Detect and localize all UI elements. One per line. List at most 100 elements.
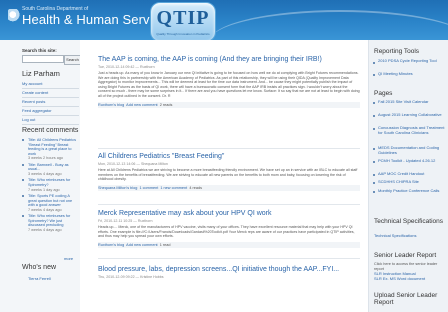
page-link[interactable]: MEDS Documentation and Coding Guidelines	[378, 145, 446, 156]
search-button[interactable]: Search	[64, 55, 81, 65]
qtip-logo[interactable]: QTIP Quality Through Innovation in Pedia…	[150, 2, 216, 40]
page-link[interactable]: AAP MOC Credit Handout	[378, 171, 446, 177]
list-item: Title: Sports PE coding A great question…	[22, 194, 79, 212]
list-item: Title: Barnwell - Busy as usual... 3 wee…	[22, 163, 79, 177]
bullet-icon	[22, 194, 24, 197]
post-title[interactable]: All Childrens Pediatrics "Breast Feeding…	[98, 153, 360, 161]
page: South Carolina Department of Health & Hu…	[0, 0, 448, 312]
list-item: Title: All Childrens Pediatrics "Breast …	[22, 138, 79, 161]
senior-leader-text: Click here to access the senior leader r…	[374, 262, 438, 271]
menu-item-recent-posts[interactable]: Recent posts	[22, 98, 79, 107]
bullet-icon	[22, 163, 24, 166]
user-name-heading: Liz Parham	[22, 69, 60, 78]
post-new-comment-link[interactable]: 1 new comment	[160, 186, 187, 190]
blog-post: All Childrens Pediatrics "Breast Feeding…	[98, 153, 360, 191]
post-body: Heads up.... Merck, one of the manufactu…	[98, 225, 355, 239]
recent-comments-list: Title: All Childrens Pediatrics "Breast …	[22, 138, 79, 234]
blog-post: Blood pressure, labs, depression screens…	[98, 266, 360, 279]
bullet-icon	[373, 174, 375, 176]
bullet-icon	[373, 191, 375, 193]
bullet-icon	[22, 179, 24, 182]
menu-item-feed-aggregator[interactable]: Feed aggregator	[22, 107, 79, 116]
post-comment-link[interactable]: 1 comment	[139, 186, 158, 190]
recent-comment-time: 3 weeks 4 days ago	[28, 171, 62, 176]
divider	[98, 148, 360, 149]
qtip-logo-subtitle: Quality Through Innovation in Pediatrics	[156, 32, 210, 36]
bullet-icon	[22, 139, 24, 141]
recent-comment-time: 7 weeks 4 days ago	[28, 227, 62, 232]
page-link[interactable]: SCDHHS CHIPRA Site	[378, 179, 446, 185]
page-link[interactable]: Concussion Diagnosis and Treatment for S…	[378, 125, 446, 136]
recent-comments-heading: Recent comments	[22, 127, 79, 134]
header-swoosh-decoration	[210, 10, 448, 40]
page-link[interactable]: August 2015 Learning Collaborative	[378, 112, 446, 118]
whos-new-heading: Who's new	[22, 264, 57, 271]
bullet-icon	[373, 62, 375, 64]
divider	[98, 258, 360, 259]
page-link[interactable]: PCMH Toolkit - Updated 4.26.12	[378, 158, 446, 164]
post-title[interactable]: Blood pressure, labs, depression screens…	[98, 266, 360, 274]
post-links: Shequana Milton's blog 1 comment 1 new c…	[98, 184, 360, 191]
bullet-icon	[373, 161, 375, 163]
blog-post: Merck Representative may ask about your …	[98, 210, 360, 248]
recent-comment-link[interactable]: Title: Barnwell - Busy as usual...	[28, 163, 79, 172]
post-reads: 1 read	[159, 242, 171, 247]
reporting-link[interactable]: 2010 PDSA Cycle Reporting Tool	[378, 58, 446, 64]
reporting-tools-heading: Reporting Tools	[374, 48, 420, 55]
post-meta: Fri, 2010-12-11 10:25 — Ruxthorn	[98, 219, 153, 223]
site-header: South Carolina Department of Health & Hu…	[0, 0, 448, 40]
senior-leader-word-link[interactable]: SLR Ex. MS Word document	[374, 276, 442, 282]
post-title[interactable]: The AAP is coming, the AAP is coming (An…	[98, 56, 360, 64]
menu-item-log-out[interactable]: Log out	[22, 116, 79, 125]
post-add-comment-link[interactable]: Add new comment	[126, 103, 157, 107]
post-title[interactable]: Merck Representative may ask about your …	[98, 210, 360, 218]
blog-post: The AAP is coming, the AAP is coming (An…	[98, 56, 360, 108]
sc-logo-icon	[8, 9, 20, 23]
recent-comment-time: 7 weeks 4 days ago	[28, 207, 62, 212]
bullet-icon	[373, 74, 375, 76]
search-label: Search this site:	[22, 48, 57, 53]
pages-heading: Pages	[374, 90, 393, 97]
post-meta: Mon, 2010-12-13 14:06 — Shequana Milton	[98, 162, 168, 166]
recent-comment-time: 7 weeks 1 day ago	[28, 187, 60, 192]
qtip-logo-text: QTIP	[156, 7, 210, 29]
recent-comments-more-link[interactable]: more	[64, 256, 73, 261]
post-blog-link[interactable]: Ruxthorn's blog	[98, 103, 124, 107]
recent-comment-link[interactable]: Title: All Childrens Pediatrics "Breast …	[28, 138, 79, 156]
post-meta: Thu, 2010-12-09 09:22 — Kristine Hobbs	[98, 275, 164, 279]
bullet-icon	[373, 102, 375, 104]
recent-comment-link[interactable]: Title: Who reimburses for Spirometry? We…	[28, 214, 79, 228]
user-menu: My account Create content Recent posts F…	[22, 80, 79, 125]
bullet-icon	[373, 182, 375, 184]
post-reads: 4 reads	[189, 185, 202, 190]
recent-comment-link[interactable]: Title: Sports PE coding A great question…	[28, 194, 79, 208]
upload-senior-leader-heading: Upload Senior Leader Report	[374, 292, 438, 306]
recent-comment-link[interactable]: Title: Who reimburses for Spirometry?	[28, 178, 79, 187]
list-item: Title: Who reimburses for Spirometry? 7 …	[22, 178, 79, 192]
bullet-icon	[22, 215, 24, 218]
bullet-icon	[373, 148, 375, 150]
post-body: Just a heads up. As many of you know in …	[98, 71, 360, 98]
recent-comment-time: 3 weeks 2 hours ago	[28, 156, 64, 161]
post-reads: 2 reads	[159, 102, 173, 107]
technical-specs-heading: Technical Specifications	[374, 218, 444, 225]
menu-item-my-account[interactable]: My account	[22, 80, 79, 89]
whos-new-user-link[interactable]: Tierra Ferrell	[28, 276, 51, 281]
divider	[98, 204, 360, 205]
page-link[interactable]: Fall 2015 Site Visit Calendar	[378, 99, 446, 105]
post-meta: Tue, 2010-12-14 09:42 — Ruxthorn	[98, 65, 155, 69]
list-item: Title: Who reimburses for Spirometry? We…	[22, 214, 79, 232]
post-blog-link[interactable]: Ruxthorn's blog	[98, 243, 124, 247]
menu-item-create-content[interactable]: Create content	[22, 89, 79, 98]
page-link[interactable]: Monthly Practice Conference Calls	[378, 188, 446, 194]
bullet-icon	[373, 128, 375, 130]
bullet-icon	[373, 115, 375, 117]
post-add-comment-link[interactable]: Add new comment	[126, 243, 157, 247]
senior-leader-heading: Senior Leader Report	[374, 252, 437, 259]
search-input[interactable]	[22, 55, 64, 63]
post-blog-link[interactable]: Shequana Milton's blog	[98, 186, 137, 190]
post-body: Here at All Childrens Pediatrics we are …	[98, 168, 358, 182]
post-links: Ruxthorn's blog Add new comment 1 read	[98, 241, 360, 248]
reporting-link[interactable]: QI Meeting Minutes	[378, 71, 446, 77]
technical-specs-link[interactable]: Technical Specifications	[374, 233, 442, 239]
